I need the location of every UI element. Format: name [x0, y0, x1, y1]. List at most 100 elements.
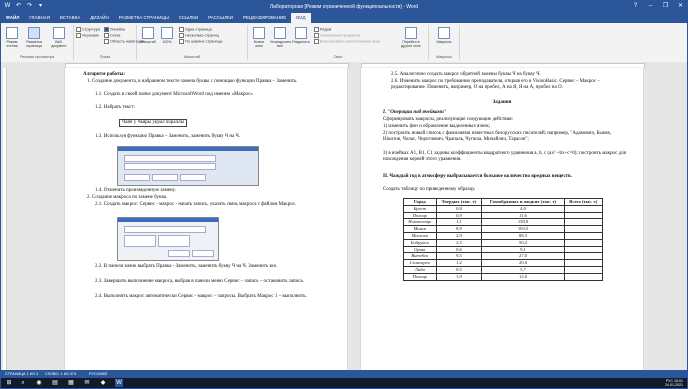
grid-checkbox[interactable]: Сетка: [104, 33, 120, 39]
cell-total: [563, 252, 604, 261]
close-button[interactable]: ✕: [676, 2, 685, 11]
search-icon[interactable]: ⌕: [19, 379, 27, 387]
page-width-button[interactable]: По ширине страницы: [179, 39, 223, 45]
page-count[interactable]: СТРАНИЦА 1 ИЗ 3: [5, 371, 38, 377]
explorer-icon[interactable]: ▤: [51, 379, 59, 387]
header-gas: Газообразных и жидких (тыс. т): [481, 198, 565, 206]
table-row: Полоцк 1,9 12,0: [403, 272, 604, 281]
group-view-modes: Режим чтения Разметка страницы Веб-докум…: [1, 25, 74, 60]
draft-toggle[interactable]: Черновик: [76, 33, 99, 39]
tasks-heading: Задания: [492, 100, 512, 105]
step-1: 1. Создание документа, в набранном текст…: [87, 79, 298, 84]
page-1[interactable]: Алгоритм работы: 1. Создание документа, …: [65, 68, 347, 370]
cell-solid: 0,6: [435, 245, 483, 254]
task-2-title: II. Чаждый год в атмосферу выбрасывается…: [383, 174, 572, 179]
cell-gas: 11,6: [481, 211, 565, 220]
mail-icon[interactable]: ✉: [83, 379, 91, 387]
restore-button[interactable]: ❐: [661, 2, 670, 11]
split-button[interactable]: Разделить: [292, 27, 310, 44]
cell-gas: 103,5: [481, 225, 565, 233]
tray-date: 24.01.2021: [665, 383, 683, 387]
tab-home[interactable]: ГЛАВНАЯ: [24, 13, 55, 23]
task-1-item-3: 3) в ячейках А1, В1, С1 задины коэффицие…: [383, 151, 626, 163]
cell-city: Полоцк: [403, 272, 437, 281]
cell-total: [563, 231, 604, 240]
taskbar: ⊞ ⌕ ◉ ▤ ▦ ✉ ◆ W РУС 10:01 24.01.2021: [1, 378, 687, 388]
cell-solid: 8,9: [435, 225, 483, 233]
side-by-side-button[interactable]: Рядом: [314, 27, 331, 33]
macro-name-field: [124, 226, 206, 233]
cell-total: [563, 265, 604, 274]
zoom-100-button[interactable]: 100%: [159, 27, 175, 44]
dialog-titlebar: [118, 218, 218, 222]
tab-references[interactable]: ССЫЛКИ: [174, 13, 203, 23]
browser-icon[interactable]: ◉: [35, 379, 43, 387]
cell-total: [563, 245, 604, 254]
help-icon[interactable]: ?: [631, 2, 640, 11]
cell-gas: 88,3: [481, 231, 565, 240]
cell-city: Солигорск: [403, 259, 437, 267]
step-2-2: 2.2. В панели меню выбрать Правка - Заме…: [95, 264, 278, 269]
task-1-intro: Сформировать макросы, реализующие следую…: [383, 117, 513, 122]
tab-view[interactable]: ВИД: [291, 13, 311, 23]
app-icon[interactable]: ◆: [99, 379, 107, 387]
new-window-button[interactable]: Новое окно: [250, 27, 268, 48]
tab-insert[interactable]: ВСТАВКА: [55, 13, 85, 23]
cell-total: [563, 218, 604, 227]
vertical-ruler[interactable]: [3, 68, 7, 370]
cell-solid: 0,5: [435, 265, 483, 274]
tab-review[interactable]: РЕЦЕНЗИРОВАНИЕ: [238, 13, 291, 23]
find-field: [124, 155, 216, 162]
dialog-button: [152, 174, 178, 181]
read-mode-button[interactable]: Режим чтения: [3, 27, 21, 48]
one-page-button[interactable]: Одна страница: [179, 27, 212, 33]
algorithm-heading: Алгоритм работы:: [83, 72, 126, 77]
cell-solid: 0,9: [435, 211, 483, 220]
table-header-row: Город Твердых (тыс. т) Газообразных и жи…: [403, 198, 604, 206]
group-label: Показ: [99, 55, 111, 59]
cell-city: Брест: [403, 204, 437, 213]
table-row: Новополоцк 1,1 158,0: [403, 218, 604, 227]
reset-window-button[interactable]: Восстановить расположение окна: [314, 39, 380, 45]
system-tray[interactable]: РУС 10:01 24.01.2021: [665, 379, 683, 387]
cell-gas: 50,2: [481, 238, 565, 247]
header-total: Всего (тыс. т): [563, 198, 604, 206]
book-icon: [6, 27, 18, 39]
cell-gas: 27,0: [481, 252, 565, 261]
cell-solid: 1,2: [435, 259, 483, 267]
word-taskbar-icon[interactable]: W: [115, 379, 123, 387]
multi-page-button[interactable]: Несколько страниц: [179, 33, 219, 39]
table-row: Брест 0,8 4,0: [403, 204, 604, 213]
tab-mailings[interactable]: РАССЫЛКИ: [203, 13, 238, 23]
globe-icon: [53, 27, 65, 39]
dialog-button: [180, 174, 206, 181]
document-area[interactable]: Алгоритм работы: 1. Создание документа, …: [1, 68, 687, 370]
cell-city: Витебск: [403, 252, 437, 261]
tab-design[interactable]: ДИЗАЙН: [85, 13, 114, 23]
macros-button[interactable]: Макросы: [433, 27, 455, 44]
store-icon[interactable]: ▦: [67, 379, 75, 387]
step-2-6: 2.6. Изменить макрос по требованию препо…: [391, 79, 600, 91]
step-1-2: 1.2. Набрать текст:: [95, 105, 135, 110]
web-layout-button[interactable]: Веб-документ: [48, 27, 70, 48]
structure-toggle[interactable]: Структура: [76, 27, 100, 33]
tab-layout[interactable]: РАЗМЕТКА СТРАНИЦЫ: [114, 13, 174, 23]
minimize-button[interactable]: –: [646, 2, 655, 11]
sync-scroll-button[interactable]: Синхронная прокрутка: [314, 33, 360, 39]
assign-panel: [158, 235, 190, 247]
cell-total: [563, 259, 604, 267]
step-2: 2. Создание макроса по замене буква.: [87, 195, 168, 200]
word-count[interactable]: СЛОВО: 1 ИЗ 374: [45, 371, 76, 377]
cell-city: Могилев: [403, 231, 437, 240]
zoom-button[interactable]: Масштаб: [139, 27, 157, 44]
tab-file[interactable]: ФАЙЛ: [1, 13, 25, 23]
arrange-all-button[interactable]: Упорядочить все: [270, 27, 291, 48]
ruler-checkbox[interactable]: Линейка: [104, 27, 125, 33]
replace-dialog-screenshot: [117, 146, 259, 186]
print-layout-button[interactable]: Разметка страницы: [23, 27, 45, 48]
page-2[interactable]: 2.5. Аналогично создать макрос обратной …: [361, 68, 643, 370]
language-indicator[interactable]: РУССКИЙ: [89, 371, 107, 377]
start-icon[interactable]: ⊞: [5, 379, 13, 387]
step-2-3: 2.3. Завершить выполнение макроса, выбра…: [95, 279, 304, 284]
switch-window-button[interactable]: Перейти в другое окно: [398, 27, 424, 48]
